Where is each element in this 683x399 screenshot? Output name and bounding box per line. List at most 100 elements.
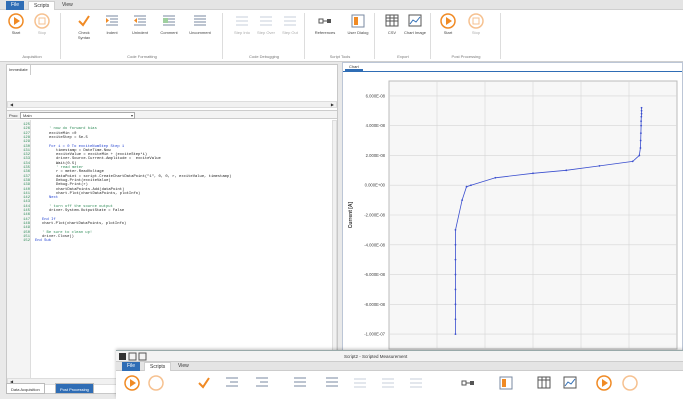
references-icon[interactable] — [460, 375, 476, 391]
data-point — [639, 147, 642, 149]
comment-button[interactable]: Comment — [157, 13, 181, 35]
tab-chart[interactable]: Chart — [345, 63, 363, 71]
code-vscrollbar[interactable] — [332, 120, 337, 378]
uncomment-icon — [194, 15, 206, 26]
separator — [222, 13, 223, 59]
uncomment-icon[interactable] — [324, 375, 340, 391]
y-tick-label: 2.000E-08 — [366, 153, 386, 158]
group-acquisition: Acquisition — [22, 54, 42, 59]
chart[interactable]: 6.000E-08 4.000E-08 2.000E-08 0.000E+00 -2.0… — [343, 73, 682, 355]
data-point — [640, 115, 643, 118]
data-point — [465, 185, 468, 188]
user-dialog-icon[interactable] — [498, 375, 514, 391]
immediate-hscrollbar[interactable]: ◀ ▶ — [7, 101, 337, 108]
step-over-icon[interactable] — [380, 375, 396, 391]
step-into-icon[interactable] — [352, 375, 368, 391]
uncomment-button[interactable]: Uncomment — [186, 13, 214, 35]
indent-button[interactable]: Indent — [100, 13, 124, 35]
tab-scripts[interactable]: Scripts — [28, 1, 56, 10]
proc-label: Proc: — [9, 113, 19, 118]
script-editor-panel: Immediate ◀ ▶ Proc: Main ▾ 125 126 127 128 1… — [6, 64, 338, 394]
step-into-button[interactable]: Step Into — [230, 13, 254, 35]
code-line: Next — [49, 196, 59, 201]
second-window-tabs: File Scripts View — [116, 362, 683, 371]
checkmark-icon[interactable] — [196, 375, 212, 391]
post-stop-label: Stop — [471, 30, 481, 35]
step-out-icon[interactable] — [408, 375, 424, 391]
scroll-right-icon[interactable]: ▶ — [331, 102, 334, 107]
ribbon-tabs: File Scripts View — [0, 0, 683, 10]
user-dialog-button[interactable]: User Dialog — [346, 13, 370, 35]
proc-select-value: Main — [23, 113, 32, 118]
tab-file[interactable]: File — [122, 362, 141, 371]
tab-scripts[interactable]: Scripts — [144, 362, 172, 371]
unindent-icon[interactable] — [254, 375, 270, 391]
play-icon — [8, 13, 24, 29]
second-window: Script2 - Scripted Measurement File Scri… — [116, 350, 683, 399]
code-editor[interactable]: 125 126 127 128 129 130 131 132 133 134 135 136 137 1… — [7, 120, 333, 378]
tab-view[interactable]: View — [173, 362, 194, 371]
data-point — [638, 154, 641, 157]
data-point — [454, 288, 457, 291]
chart-panel: Chart 6.000E-08 4.000E-08 2.000E-08 0.000E+… — [342, 62, 683, 355]
ribbon: Start Stop Check Syntax Indent Unindent … — [0, 10, 683, 62]
play-icon[interactable] — [596, 375, 612, 391]
group-code-formatting: Code Formatting — [127, 54, 157, 59]
csv-button[interactable]: CSV — [380, 13, 404, 35]
uncomment-label: Uncomment — [189, 30, 211, 35]
comment-icon[interactable] — [292, 375, 308, 391]
proc-select[interactable]: Main ▾ — [20, 112, 135, 119]
y-tick-label: -2.000E-08 — [364, 213, 385, 218]
stop-icon[interactable] — [622, 375, 638, 391]
data-point — [454, 243, 457, 246]
indent-label: Indent — [106, 30, 118, 35]
step-over-button[interactable]: Step Over — [254, 13, 278, 35]
group-script-tools: Script Tools — [329, 54, 351, 59]
tab-file[interactable]: File — [6, 1, 25, 10]
references-label: References — [314, 30, 336, 35]
unindent-button[interactable]: Unindent — [128, 13, 152, 35]
user-dialog-icon — [351, 14, 365, 28]
indent-icon[interactable] — [224, 375, 240, 391]
data-point — [598, 164, 601, 167]
data-point — [454, 228, 457, 231]
line-number: 152 — [23, 239, 30, 244]
step-out-button[interactable]: Step Out — [278, 13, 302, 35]
data-point — [640, 124, 643, 127]
stop-icon[interactable] — [148, 375, 164, 391]
post-start-label: Start — [443, 30, 453, 35]
tab-view[interactable]: View — [57, 1, 78, 10]
csv-table-icon[interactable] — [536, 375, 552, 391]
tab-data-acquisition[interactable]: Data Acquisition — [6, 383, 45, 394]
data-point — [454, 273, 457, 276]
chart-image-button[interactable]: Chart Image — [403, 13, 427, 35]
data-point — [470, 184, 472, 187]
second-window-ribbon — [116, 371, 683, 399]
post-start-button[interactable]: Start — [436, 13, 460, 35]
tab-post-processing[interactable]: Post Processing — [55, 383, 94, 394]
step-into-icon — [236, 16, 248, 26]
post-stop-button[interactable]: Stop — [464, 13, 488, 35]
scroll-left-icon[interactable]: ◀ — [10, 102, 13, 107]
references-button[interactable]: References — [310, 13, 340, 35]
user-dialog-label: User Dialog — [347, 30, 369, 35]
chart-image-icon — [408, 14, 422, 27]
play-icon[interactable] — [124, 375, 140, 391]
start-button[interactable]: Start — [4, 13, 28, 35]
chart-image-icon[interactable] — [562, 375, 578, 391]
code-line: chart.Plot(chartDataPoints, plotInfo) — [42, 221, 127, 226]
y-tick-label: -1.000E-07 — [364, 332, 385, 337]
data-point — [640, 120, 643, 123]
group-code-debugging: Code Debugging — [248, 54, 280, 59]
separator — [304, 13, 305, 59]
comment-icon — [163, 15, 175, 26]
stop-button[interactable]: Stop — [30, 13, 54, 35]
y-tick-label: 4.000E-08 — [366, 123, 386, 128]
data-point — [461, 199, 464, 202]
data-point — [631, 160, 634, 163]
check-syntax-button[interactable]: Check Syntax — [72, 13, 96, 40]
y-tick-label: 6.000E-08 — [366, 93, 386, 98]
y-axis-label: Current [A] — [348, 201, 354, 228]
comment-label: Comment — [160, 30, 178, 35]
window-controls-icon[interactable] — [118, 352, 148, 361]
